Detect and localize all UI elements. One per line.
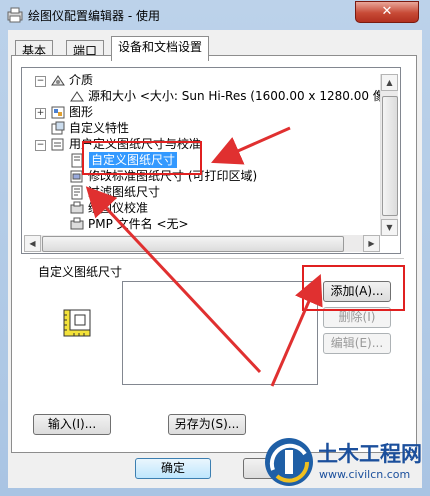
custom-properties-icon — [51, 121, 65, 135]
import-button[interactable]: 输入(I)... — [33, 414, 111, 435]
scroll-up-icon[interactable]: ▲ — [381, 74, 398, 91]
source-size-icon — [70, 91, 84, 102]
tree-item-graphics[interactable]: 图形 — [69, 104, 93, 120]
user-paper-icon — [51, 138, 64, 151]
tree-item-custom-properties[interactable]: 自定义特性 — [69, 120, 129, 136]
media-icon — [51, 75, 65, 86]
scroll-right-icon[interactable]: ▶ — [363, 235, 380, 252]
horizontal-scroll-thumb[interactable] — [42, 236, 344, 252]
expand-expander[interactable]: + — [35, 108, 46, 119]
window-frame: 绘图仪配置编辑器 - 使用 ✕ 基本 端口 设备和文档设置 − 介质 源和大小 … — [0, 0, 430, 496]
pmp-file-icon — [70, 217, 84, 230]
custom-paper-label: 自定义图纸尺寸 — [36, 263, 125, 280]
tree-vertical-scrollbar[interactable]: ▲ ▼ — [380, 74, 398, 236]
close-button[interactable]: ✕ — [355, 1, 419, 23]
tree-horizontal-scrollbar[interactable]: ◀ ▶ — [24, 235, 380, 252]
settings-tree[interactable]: − 介质 源和大小 <大小: Sun Hi-Res (1600.00 x 128… — [21, 67, 401, 254]
civilcn-logo-icon — [265, 438, 313, 486]
graphics-icon — [51, 106, 65, 119]
edit-button[interactable]: 编辑(E)... — [323, 333, 391, 354]
highlight-box-add — [302, 265, 405, 311]
window-title: 绘图仪配置编辑器 - 使用 — [28, 9, 160, 23]
custom-paper-list[interactable] — [122, 281, 318, 385]
watermark-url: www.civilcn.com — [319, 468, 411, 481]
tab-device-document-settings[interactable]: 设备和文档设置 — [111, 36, 210, 61]
vertical-scroll-thumb[interactable] — [382, 96, 398, 216]
tree-item-plotter-calibration[interactable]: 绘图仪校准 — [88, 200, 148, 216]
title-bar[interactable]: 绘图仪配置编辑器 - 使用 ✕ — [0, 0, 430, 30]
custom-paper-divider — [30, 258, 404, 260]
highlight-box-tree — [82, 141, 202, 175]
tree-item-filter-paper[interactable]: 过滤图纸尺寸 — [88, 184, 160, 200]
collapse-expander[interactable]: − — [35, 76, 46, 87]
watermark-name: 土木工程网 — [317, 442, 422, 466]
tree-item-source-size[interactable]: 源和大小 <大小: Sun Hi-Res (1600.00 x 1280.00 … — [88, 88, 385, 104]
plotter-calibration-icon — [70, 201, 84, 214]
scroll-left-icon[interactable]: ◀ — [24, 235, 41, 252]
collapse-expander[interactable]: − — [35, 140, 46, 151]
scroll-down-icon[interactable]: ▼ — [381, 219, 398, 236]
paper-ruler-icon — [63, 309, 91, 337]
ok-button[interactable]: 确定 — [135, 458, 211, 479]
watermark-logo: 土木工程网 www.civilcn.com — [263, 432, 430, 496]
tree-item-pmp-filename[interactable]: PMP 文件名 <无> — [88, 216, 189, 232]
tree-item-media[interactable]: 介质 — [69, 72, 93, 88]
filter-paper-icon — [71, 185, 83, 200]
save-as-button[interactable]: 另存为(S)... — [168, 414, 246, 435]
plotter-app-icon — [7, 7, 23, 23]
